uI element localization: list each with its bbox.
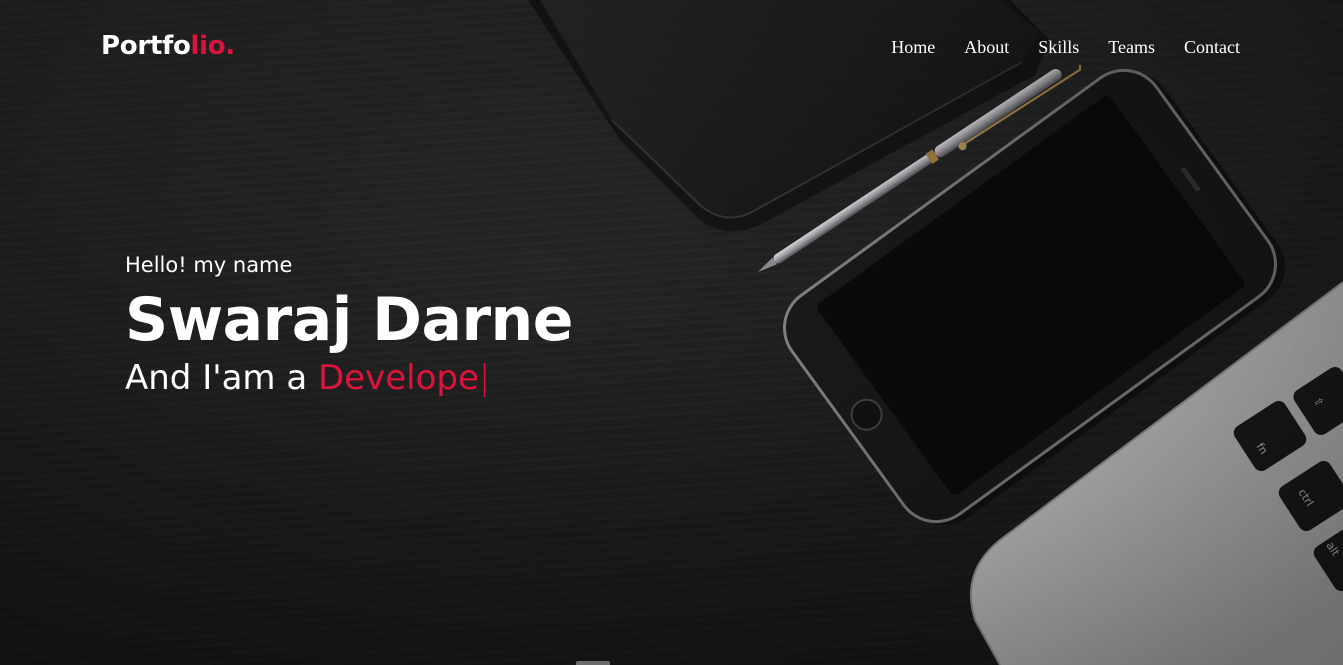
navbar: Portfolio. Home About Skills Teams Conta… [0, 0, 1343, 95]
hero-name: Swaraj Darne [125, 285, 573, 355]
nav-link-skills[interactable]: Skills [1038, 37, 1079, 58]
nav-link-home[interactable]: Home [891, 37, 935, 58]
logo-main-text: Portfo [101, 31, 191, 61]
role-prefix: And I'am a [125, 358, 318, 398]
hero-greeting: Hello! my name [125, 253, 293, 277]
hero-intro: Hello! my name Swaraj Darne And I'am a D… [125, 250, 573, 400]
hero-section: fn ctrl alt ⇧ Portfolio. Home About Skil… [0, 0, 1343, 665]
logo-accent-text: lio. [190, 31, 236, 61]
hero-role: And I'am a Develope| [125, 356, 573, 400]
nav-link-about[interactable]: About [964, 37, 1009, 58]
typing-caret: | [478, 358, 491, 398]
main-nav: Home About Skills Teams Contact [891, 37, 1240, 58]
nav-link-teams[interactable]: Teams [1108, 37, 1155, 58]
nav-link-contact[interactable]: Contact [1184, 37, 1240, 58]
role-typed-text: Develope [317, 358, 479, 398]
brand-logo[interactable]: Portfolio. [101, 31, 235, 61]
scroll-indicator[interactable] [576, 661, 610, 665]
